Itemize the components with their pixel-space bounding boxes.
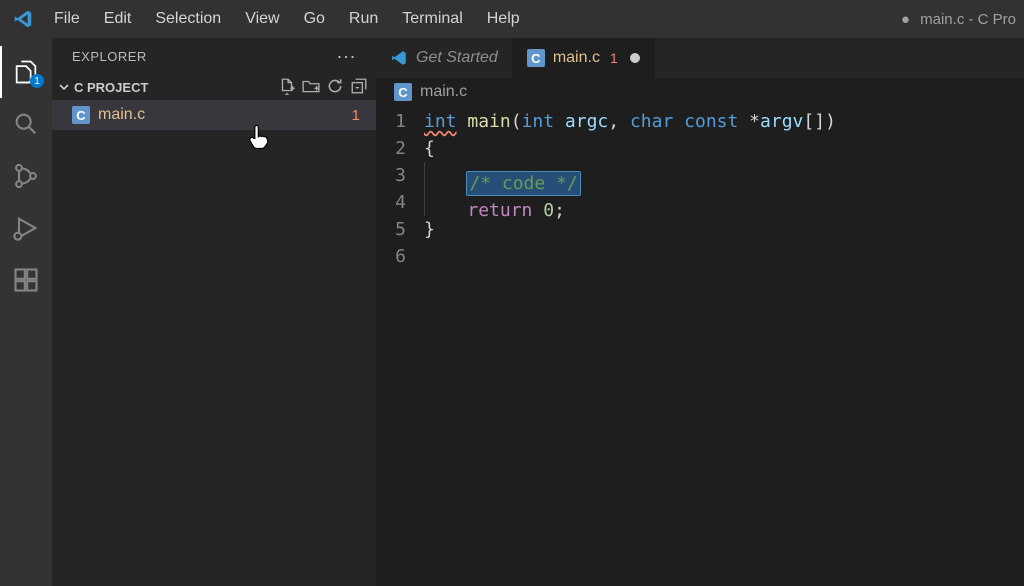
explorer-badge: 1: [30, 74, 44, 88]
code-line[interactable]: {: [424, 135, 1024, 162]
line-number-gutter: 1 2 3 4 5 6: [376, 108, 424, 270]
code-lines[interactable]: int main(int argc, char const *argv[]) {…: [424, 108, 1024, 270]
menu-file[interactable]: File: [42, 4, 92, 34]
tab-label: main.c: [553, 49, 600, 67]
menu-selection[interactable]: Selection: [143, 4, 233, 34]
breadcrumb[interactable]: C main.c: [376, 78, 1024, 106]
sidebar-header: EXPLORER ···: [52, 38, 376, 74]
project-header[interactable]: C PROJECT: [52, 74, 376, 100]
new-folder-icon[interactable]: [302, 77, 320, 98]
code-editor[interactable]: 1 2 3 4 5 6 int main(int argc, char cons…: [376, 106, 1024, 270]
line-number: 2: [376, 135, 406, 162]
line-number: 3: [376, 162, 406, 189]
menu-help[interactable]: Help: [475, 4, 532, 34]
menu-items: File Edit Selection View Go Run Terminal…: [42, 4, 532, 34]
tab-error-badge: 1: [610, 50, 618, 66]
activity-explorer[interactable]: 1: [0, 46, 52, 98]
c-file-icon: C: [527, 49, 545, 67]
code-line[interactable]: return 0;: [424, 189, 1024, 216]
refresh-icon[interactable]: [326, 77, 344, 98]
sidebar-more-icon[interactable]: ···: [337, 46, 356, 67]
project-actions: [278, 77, 368, 98]
activity-search[interactable]: [0, 98, 52, 150]
menu-terminal[interactable]: Terminal: [390, 4, 474, 34]
line-number: 5: [376, 216, 406, 243]
new-file-icon[interactable]: [278, 77, 296, 98]
window-title-text: main.c - C Pro: [920, 11, 1016, 28]
tab-main-c[interactable]: C main.c 1: [513, 38, 655, 78]
tab-row: Get Started C main.c 1: [376, 38, 1024, 78]
code-line[interactable]: int main(int argc, char const *argv[]): [424, 108, 1024, 135]
sidebar-title: EXPLORER: [72, 49, 147, 64]
vscode-icon: [390, 49, 408, 67]
c-file-icon: C: [72, 106, 90, 124]
dirty-dot-icon: [630, 53, 640, 63]
editor-area: Get Started C main.c 1 C main.c 1 2 3 4 …: [376, 38, 1024, 586]
menu-bar: File Edit Selection View Go Run Terminal…: [0, 0, 1024, 38]
code-line[interactable]: /* code */: [424, 162, 1024, 189]
line-number: 1: [376, 108, 406, 135]
c-file-icon: C: [394, 83, 412, 101]
menu-go[interactable]: Go: [292, 4, 337, 34]
menu-edit[interactable]: Edit: [92, 4, 144, 34]
tab-label: Get Started: [416, 49, 498, 67]
activity-extensions[interactable]: [0, 254, 52, 306]
window-title: ● main.c - C Pro: [901, 11, 1020, 28]
activity-source-control[interactable]: [0, 150, 52, 202]
activity-bar: 1: [0, 38, 52, 586]
activity-run-debug[interactable]: [0, 202, 52, 254]
code-line[interactable]: }: [424, 216, 1024, 243]
file-row-main-c[interactable]: C main.c 1: [52, 100, 376, 130]
dirty-indicator-icon: ●: [901, 11, 910, 28]
menu-view[interactable]: View: [233, 4, 291, 34]
line-number: 6: [376, 243, 406, 270]
tab-get-started[interactable]: Get Started: [376, 38, 513, 78]
chevron-down-icon: [58, 81, 70, 93]
collapse-all-icon[interactable]: [350, 77, 368, 98]
vscode-logo: [4, 8, 42, 30]
project-name: C PROJECT: [74, 80, 148, 95]
breadcrumb-path: main.c: [420, 83, 467, 101]
file-name: main.c: [98, 106, 352, 124]
line-number: 4: [376, 189, 406, 216]
file-error-count: 1: [352, 107, 360, 124]
sidebar: EXPLORER ··· C PROJECT: [52, 38, 376, 586]
menu-run[interactable]: Run: [337, 4, 390, 34]
code-line[interactable]: [424, 243, 1024, 270]
